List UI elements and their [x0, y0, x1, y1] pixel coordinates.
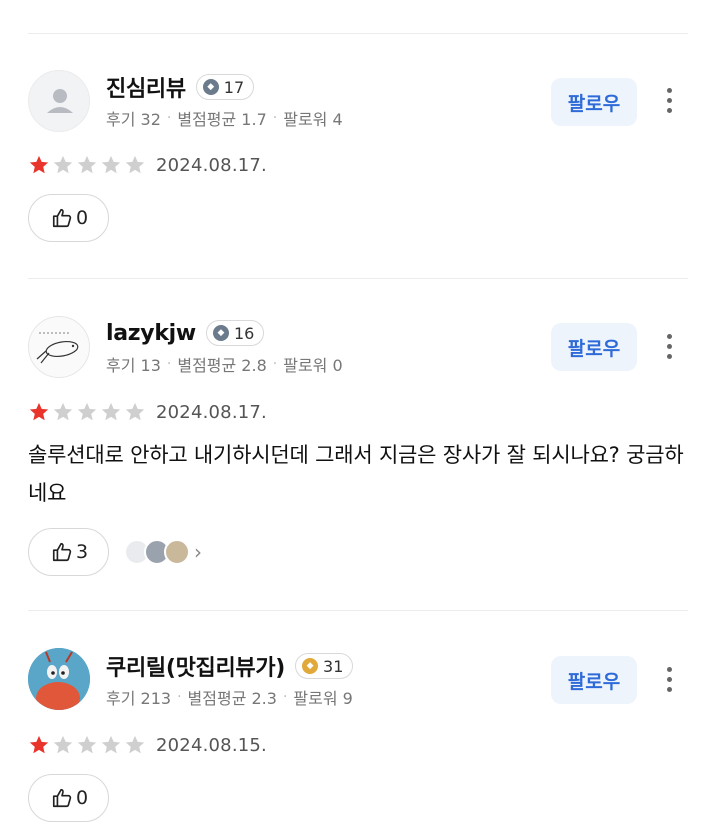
meta-separator: ·	[272, 356, 278, 372]
more-options-icon[interactable]	[658, 326, 680, 366]
star-empty-icon	[53, 155, 73, 174]
thumbs-up-icon	[52, 208, 72, 228]
user-header: 진심리뷰 ◆ 17	[106, 70, 255, 104]
chevron-right-icon: ›	[194, 540, 202, 564]
thumbs-up-icon	[52, 788, 72, 808]
divider	[28, 610, 688, 611]
follower-count: 팔로워 0	[283, 356, 343, 375]
star-empty-icon	[77, 402, 97, 421]
rating-row: 2024.08.17.	[28, 154, 267, 176]
like-count: 0	[76, 207, 89, 229]
review-date: 2024.08.15.	[156, 734, 267, 756]
review-count: 후기 32	[106, 110, 161, 129]
like-button[interactable]: 0	[28, 194, 110, 242]
star-empty-icon	[101, 155, 121, 174]
star-empty-icon	[77, 735, 97, 754]
follow-button[interactable]: 팔로우	[551, 323, 637, 371]
sketch-avatar-icon	[36, 332, 79, 364]
level-number: 31	[323, 656, 344, 676]
user-name[interactable]: 진심리뷰	[106, 71, 186, 103]
star-rating	[28, 154, 148, 176]
star-empty-icon	[101, 402, 121, 421]
divider	[28, 278, 688, 279]
average-rating: 별점평균 2.8	[177, 356, 267, 375]
average-rating: 별점평균 2.3	[187, 689, 277, 708]
review-count: 후기 213	[106, 689, 172, 708]
user-meta: 후기 213 · 별점평균 2.3 · 팔로워 9	[106, 685, 353, 709]
like-count: 3	[76, 541, 89, 563]
level-icon: ◆	[302, 658, 319, 674]
star-filled-icon	[29, 735, 49, 754]
follower-count: 팔로워 9	[293, 689, 353, 708]
reactor-avatars[interactable]: ›	[124, 539, 202, 565]
review-date: 2024.08.17.	[156, 154, 267, 176]
like-button[interactable]: 3	[28, 528, 110, 576]
user-meta: 후기 13 · 별점평균 2.8 · 팔로워 0	[106, 352, 343, 376]
rating-row: 2024.08.15.	[28, 734, 267, 756]
user-name[interactable]: lazykjw	[106, 321, 196, 346]
review-date: 2024.08.17.	[156, 401, 267, 423]
follow-button[interactable]: 팔로우	[551, 78, 637, 126]
star-empty-icon	[53, 402, 73, 421]
divider-top	[28, 33, 688, 34]
rating-row: 2024.08.17.	[28, 401, 267, 423]
star-empty-icon	[125, 155, 145, 174]
level-icon: ◆	[212, 325, 229, 341]
star-filled-icon	[29, 402, 49, 421]
more-options-icon[interactable]	[658, 80, 680, 120]
user-header: lazykjw ◆ 16	[106, 316, 265, 350]
star-empty-icon	[53, 735, 73, 754]
avatar[interactable]	[28, 648, 90, 710]
reactor-avatar	[164, 539, 190, 565]
user-name[interactable]: 쿠리릴(맛집리뷰가)	[106, 650, 285, 682]
average-rating: 별점평균 1.7	[177, 110, 267, 129]
review-count: 후기 13	[106, 356, 161, 375]
star-rating	[28, 734, 148, 756]
star-empty-icon	[125, 735, 145, 754]
level-badge: ◆ 31	[295, 653, 354, 679]
like-button[interactable]: 0	[28, 774, 110, 822]
level-number: 16	[233, 323, 255, 343]
user-meta: 후기 32 · 별점평균 1.7 · 팔로워 4	[106, 106, 343, 130]
level-icon: ◆	[202, 79, 219, 95]
meta-separator: ·	[177, 689, 182, 705]
star-filled-icon	[29, 155, 49, 174]
like-count: 0	[76, 787, 89, 809]
level-number: 17	[223, 77, 245, 97]
thumbs-up-icon	[52, 542, 72, 562]
avatar[interactable]	[28, 70, 90, 132]
avatar[interactable]	[28, 316, 90, 378]
character-avatar-icon	[28, 648, 90, 710]
follower-count: 팔로워 4	[283, 110, 343, 129]
star-empty-icon	[77, 155, 97, 174]
follow-button[interactable]: 팔로우	[551, 656, 637, 704]
meta-separator: ·	[166, 356, 172, 372]
level-badge: ◆ 16	[205, 320, 265, 346]
meta-separator: ·	[166, 110, 172, 126]
review-comment: 솔루션대로 안하고 내기하시던데 그래서 지금은 장사가 잘 되시나요? 궁금하…	[28, 443, 684, 505]
more-options-icon[interactable]	[658, 659, 680, 699]
default-user-icon	[47, 89, 73, 113]
meta-separator: ·	[272, 110, 278, 126]
level-badge: ◆ 17	[195, 74, 255, 100]
star-empty-icon	[101, 735, 121, 754]
star-empty-icon	[125, 402, 145, 421]
star-rating	[28, 401, 148, 423]
meta-separator: ·	[282, 689, 288, 705]
user-header: 쿠리릴(맛집리뷰가) ◆ 31	[106, 649, 354, 683]
